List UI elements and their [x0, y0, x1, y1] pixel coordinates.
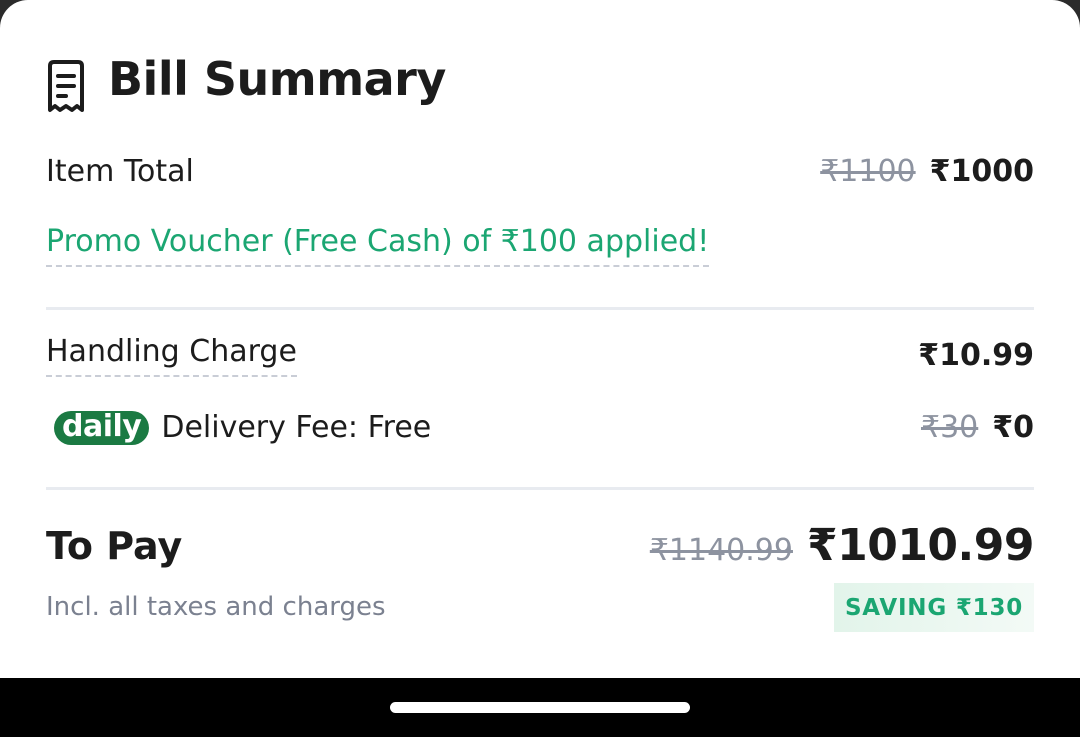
promo-voucher-info[interactable]: Promo Voucher (Free Cash) of ₹100 applie…: [46, 224, 710, 267]
to-pay-row: To Pay ₹1140.99 ₹1010.99: [46, 520, 1035, 571]
receipt-icon: [48, 60, 84, 112]
delivery-fee-row: daily Delivery Fee: Free ₹30 ₹0: [46, 410, 1034, 445]
handling-charge-row: Handling Charge ₹10.99: [46, 334, 1034, 377]
divider: [46, 307, 1034, 310]
divider: [46, 487, 1034, 490]
daily-badge-logo: daily: [54, 410, 150, 445]
delivery-fee-original-price: ₹30: [920, 410, 979, 445]
delivery-fee-amount: ₹0: [992, 410, 1034, 445]
handling-charge-amount: ₹10.99: [918, 338, 1034, 373]
handling-charge-label[interactable]: Handling Charge: [46, 334, 297, 377]
bill-summary-header: Bill Summary: [46, 40, 446, 118]
to-pay-label: To Pay: [46, 523, 183, 568]
taxes-note: Incl. all taxes and charges: [46, 592, 386, 622]
item-total-amount: ₹1000: [929, 154, 1034, 189]
item-total-label: Item Total: [46, 154, 194, 189]
to-pay-original-price: ₹1140.99: [649, 533, 793, 568]
saving-badge: SAVING ₹130: [834, 583, 1034, 632]
to-pay-amount: ₹1010.99: [806, 520, 1035, 571]
system-navigation-bar: [0, 678, 1080, 737]
home-gesture-handle[interactable]: [390, 702, 690, 713]
item-total-row: Item Total ₹1100 ₹1000: [46, 154, 1034, 189]
page-title: Bill Summary: [108, 52, 446, 106]
delivery-fee-label: Delivery Fee: Free: [161, 410, 432, 445]
item-total-original-price: ₹1100: [820, 154, 916, 189]
bill-summary-sheet: Bill Summary Item Total ₹1100 ₹1000 Promo…: [0, 0, 1080, 678]
